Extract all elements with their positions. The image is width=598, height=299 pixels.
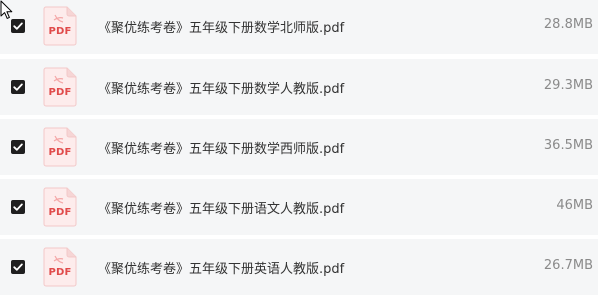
file-row[interactable]: PDF 《聚优练考卷》五年级下册数学西师版.pdf 36.5MB: [0, 119, 598, 175]
checkmark-icon: [13, 203, 23, 211]
mouse-pointer-icon: [0, 0, 14, 20]
checkmark-icon: [13, 83, 23, 91]
pdf-file-icon: PDF: [43, 247, 77, 287]
file-name[interactable]: 《聚优练考卷》五年级下册数学北师版.pdf: [98, 17, 344, 36]
pdf-icon-label: PDF: [48, 87, 72, 98]
file-name[interactable]: 《聚优练考卷》五年级下册数学人教版.pdf: [98, 78, 344, 97]
file-name[interactable]: 《聚优练考卷》五年级下册英语人教版.pdf: [98, 258, 344, 277]
checkmark-icon: [13, 263, 23, 271]
file-size: 26.7MB: [543, 258, 593, 273]
file-size: 28.8MB: [543, 17, 593, 32]
file-row[interactable]: PDF 《聚优练考卷》五年级下册语文人教版.pdf 46MB: [0, 179, 598, 235]
pdf-file-icon: PDF: [43, 67, 77, 107]
file-size: 46MB: [556, 198, 593, 213]
checkmark-icon: [13, 22, 23, 30]
file-name[interactable]: 《聚优练考卷》五年级下册语文人教版.pdf: [98, 198, 344, 217]
row-checkbox[interactable]: [11, 19, 25, 33]
file-row[interactable]: PDF 《聚优练考卷》五年级下册英语人教版.pdf 26.7MB: [0, 239, 598, 295]
pdf-file-icon: PDF: [43, 127, 77, 167]
file-list: PDF 《聚优练考卷》五年级下册数学北师版.pdf 28.8MB PDF 《聚优…: [0, 0, 598, 299]
pdf-file-icon: PDF: [43, 187, 77, 227]
pdf-icon-label: PDF: [48, 207, 72, 218]
file-size: 29.3MB: [543, 78, 593, 93]
file-name[interactable]: 《聚优练考卷》五年级下册数学西师版.pdf: [98, 138, 344, 157]
pdf-icon-label: PDF: [48, 267, 72, 278]
row-checkbox[interactable]: [11, 260, 25, 274]
pdf-icon-label: PDF: [48, 26, 72, 37]
row-checkbox[interactable]: [11, 200, 25, 214]
pdf-file-icon: PDF: [43, 6, 77, 46]
row-checkbox[interactable]: [11, 140, 25, 154]
file-row[interactable]: PDF 《聚优练考卷》五年级下册数学人教版.pdf 29.3MB: [0, 59, 598, 115]
file-size: 36.5MB: [543, 138, 593, 153]
row-checkbox[interactable]: [11, 80, 25, 94]
file-row[interactable]: PDF 《聚优练考卷》五年级下册数学北师版.pdf 28.8MB: [0, 0, 598, 54]
checkmark-icon: [13, 143, 23, 151]
pdf-icon-label: PDF: [48, 147, 72, 158]
